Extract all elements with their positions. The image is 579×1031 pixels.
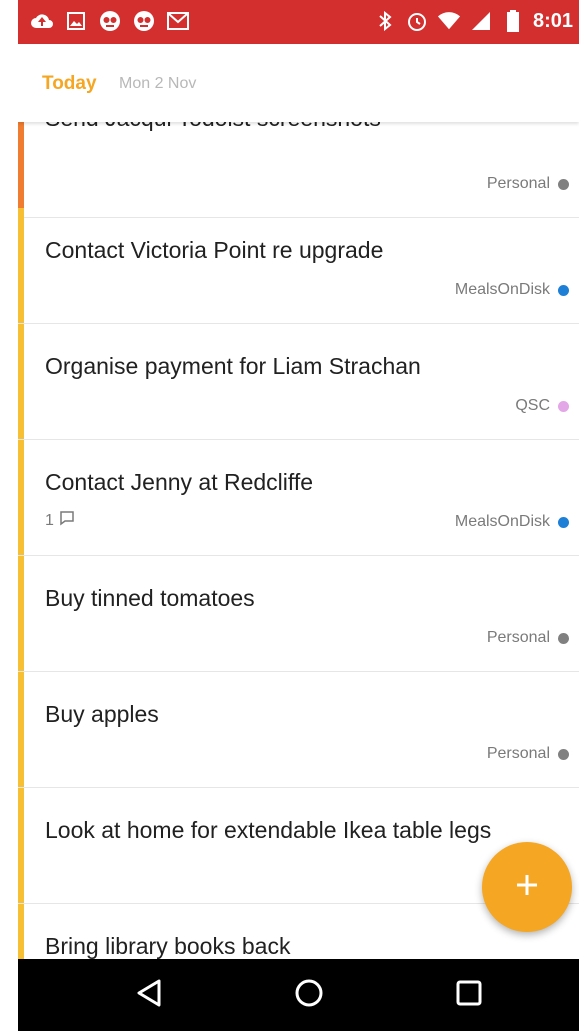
project-name: QSC xyxy=(515,397,550,414)
task-item[interactable]: Send Jacqui Todoist screenshots Personal xyxy=(18,122,579,218)
status-time: 8:01 xyxy=(532,9,573,32)
task-item[interactable]: Buy tinned tomatoes Personal xyxy=(18,556,579,672)
task-title: Bring library books back xyxy=(45,933,291,959)
plus-icon xyxy=(513,871,541,904)
project-color-dot xyxy=(558,748,569,760)
project-color-dot xyxy=(558,632,569,644)
gmail-icon xyxy=(166,9,190,33)
project-name: Personal xyxy=(486,745,550,762)
priority-bar xyxy=(18,324,24,439)
project-name: Personal xyxy=(486,629,550,646)
project-name: MealsOnDisk xyxy=(454,513,550,530)
wifi-icon xyxy=(437,9,461,33)
task-title: Send Jacqui Todoist screenshots xyxy=(45,122,381,132)
priority-bar xyxy=(18,208,24,323)
task-item[interactable]: Contact Victoria Point re upgrade MealsO… xyxy=(18,208,579,324)
home-icon xyxy=(294,978,324,1013)
priority-bar xyxy=(18,904,24,959)
task-title: Organise payment for Liam Strachan xyxy=(45,353,421,379)
back-icon xyxy=(135,978,163,1013)
app-icon xyxy=(98,9,122,33)
comment-count[interactable]: 1 xyxy=(45,510,75,531)
task-title: Contact Victoria Point re upgrade xyxy=(45,237,384,263)
task-title: Look at home for extendable Ikea table l… xyxy=(45,817,492,843)
priority-bar xyxy=(18,788,24,903)
task-item[interactable]: Buy apples Personal xyxy=(18,672,579,788)
app-header: Today Mon 2 Nov xyxy=(18,44,579,122)
project-color-dot xyxy=(558,178,569,190)
battery-icon xyxy=(501,9,525,33)
task-title: Buy tinned tomatoes xyxy=(45,585,255,611)
image-icon xyxy=(64,9,88,33)
priority-bar xyxy=(18,122,24,217)
page-title: Today xyxy=(42,73,97,94)
app-icon xyxy=(132,9,156,33)
bluetooth-icon xyxy=(373,9,397,33)
task-title: Contact Jenny at Redcliffe xyxy=(45,469,314,495)
status-bar: 8:01 xyxy=(18,0,579,44)
task-item[interactable]: Organise payment for Liam Strachan QSC xyxy=(18,324,579,440)
navigation-bar xyxy=(18,959,579,1031)
task-title: Buy apples xyxy=(45,701,159,727)
priority-bar xyxy=(18,672,24,787)
project-color-dot xyxy=(558,400,569,412)
task-project: QSC xyxy=(515,397,569,415)
header-date: Mon 2 Nov xyxy=(119,75,197,92)
notification-icons xyxy=(30,9,190,33)
comment-icon xyxy=(59,510,75,531)
task-list: Send Jacqui Todoist screenshots Personal… xyxy=(18,122,579,959)
home-button[interactable] xyxy=(291,977,327,1013)
task-project: Personal xyxy=(487,745,569,763)
project-name: Personal xyxy=(486,175,550,192)
task-item[interactable]: Contact Jenny at Redcliffe 1 MealsOnDisk xyxy=(18,440,579,556)
priority-bar xyxy=(18,440,24,555)
project-color-dot xyxy=(558,284,569,296)
project-color-dot xyxy=(558,516,569,528)
alarm-icon xyxy=(405,9,429,33)
recents-button[interactable] xyxy=(451,977,487,1013)
task-project: MealsOnDisk xyxy=(455,513,569,531)
signal-icon xyxy=(469,9,493,33)
system-icons: 8:01 xyxy=(373,9,573,33)
back-button[interactable] xyxy=(131,977,167,1013)
task-project: Personal xyxy=(487,175,569,193)
project-name: MealsOnDisk xyxy=(454,281,550,298)
task-project: Personal xyxy=(487,629,569,647)
add-task-button[interactable] xyxy=(482,842,572,932)
recents-icon xyxy=(455,979,483,1012)
task-project: MealsOnDisk xyxy=(455,281,569,299)
priority-bar xyxy=(18,556,24,671)
phone-screen: 8:01 Today Mon 2 Nov Send Jacqui Todoist… xyxy=(18,0,579,1031)
upload-icon xyxy=(30,9,54,33)
comment-count-value: 1 xyxy=(45,511,54,529)
